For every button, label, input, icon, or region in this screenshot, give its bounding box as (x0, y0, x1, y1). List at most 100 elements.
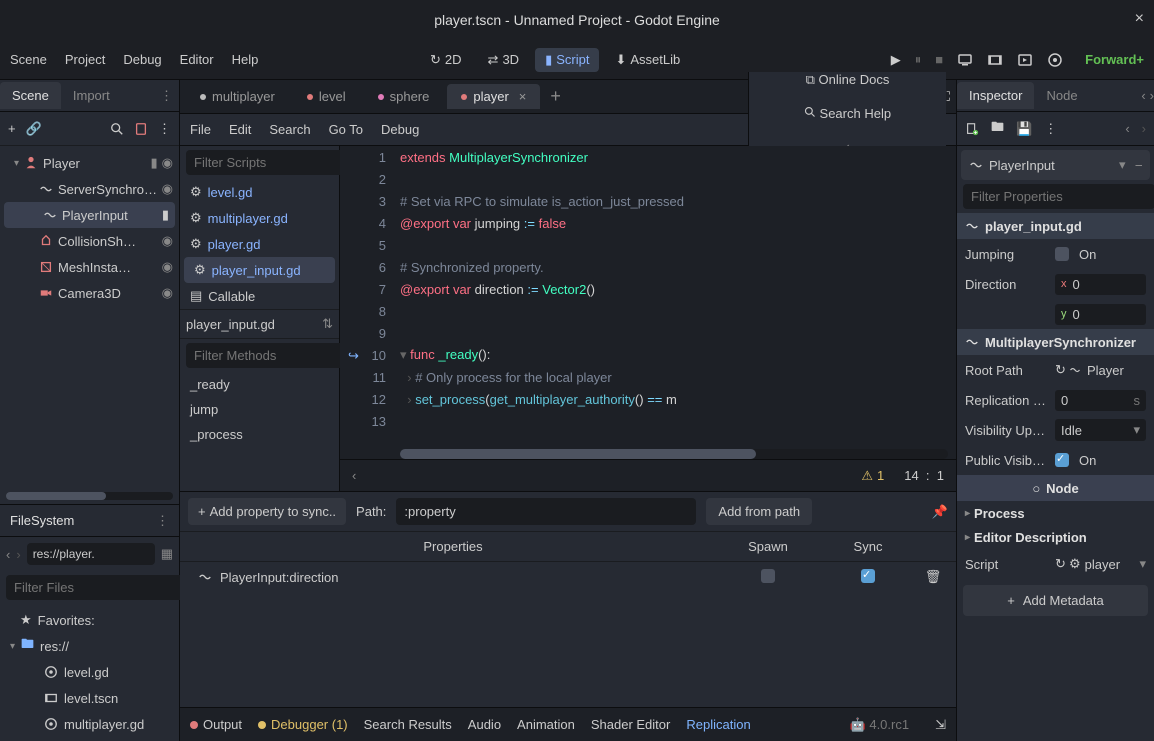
tree-node-camera[interactable]: Camera3D ◉ (0, 280, 179, 306)
script-item[interactable]: ⚙level.gd (180, 179, 339, 205)
script-icon[interactable]: ▮ (162, 207, 169, 223)
visibility-icon[interactable]: ◉ (162, 155, 173, 171)
nav-forward-icon[interactable]: › (16, 547, 20, 562)
load-resource-icon[interactable]: 🖿 (991, 118, 1004, 140)
inspector-category-node[interactable]: ○Node (957, 475, 1154, 501)
filesystem-filter-input[interactable] (6, 575, 198, 600)
script-item[interactable]: ⚙player_input.gd (184, 257, 335, 283)
scene-scrollbar[interactable] (6, 492, 173, 500)
reset-icon[interactable]: ↻ (1055, 362, 1069, 378)
sync-checkbox[interactable] (861, 569, 875, 583)
add-property-button[interactable]: +Add property to sync.. (188, 498, 346, 525)
direction-x-input[interactable]: x0 (1055, 274, 1146, 295)
add-metadata-button[interactable]: +Add Metadata (963, 585, 1148, 616)
script-menu-edit[interactable]: Edit (229, 122, 251, 137)
movie-icon[interactable] (987, 52, 1003, 68)
tab-shader[interactable]: Shader Editor (591, 717, 671, 732)
scene-tab-multiplayer[interactable]: multiplayer (186, 84, 289, 109)
reset-icon[interactable]: ↻ (1055, 556, 1069, 572)
inspector-forward-icon[interactable]: › (1142, 121, 1146, 136)
script-menu-search[interactable]: Search (269, 122, 310, 137)
tree-node-serversync[interactable]: ServerSynchroniz… ◉ (0, 176, 179, 202)
script-item[interactable]: ▤Callable (180, 283, 339, 309)
code-editor[interactable]: 1extends MultiplayerSynchronizer 2 3# Se… (340, 146, 956, 491)
stop-icon[interactable]: ■ (935, 52, 943, 67)
script-menu-file[interactable]: File (190, 122, 211, 137)
save-resource-icon[interactable]: 💾 (1016, 121, 1032, 137)
menu-project[interactable]: Project (65, 52, 105, 67)
history-forward-icon[interactable]: › (1150, 88, 1154, 103)
renderer-label[interactable]: Forward+ (1085, 52, 1144, 67)
view-mode-icon[interactable]: ▦ (161, 546, 173, 562)
sort-icon[interactable]: ⇅ (322, 316, 333, 332)
script-menu-goto[interactable]: Go To (329, 122, 363, 137)
fs-favorites[interactable]: ★ Favorites: (4, 607, 175, 633)
new-resource-icon[interactable] (965, 122, 979, 136)
direction-y-input[interactable]: y0 (1055, 304, 1146, 325)
script-item[interactable]: ⚙multiplayer.gd (180, 205, 339, 231)
tab-node[interactable]: Node (1034, 82, 1089, 109)
menu-editor[interactable]: Editor (180, 52, 214, 67)
inspector-fold-editor-description[interactable]: ▸Editor Description (957, 525, 1154, 549)
visibility-icon[interactable]: ◉ (162, 259, 173, 275)
dock-menu-icon[interactable]: ⋮ (160, 88, 173, 104)
tree-node-collision[interactable]: CollisionSh… ◉ (0, 228, 179, 254)
tree-node-playerinput[interactable]: PlayerInput ▮ (4, 202, 175, 228)
play-scene-icon[interactable] (1017, 52, 1033, 68)
inspector-object-selector[interactable]: PlayerInput ▾ ⎯ (961, 150, 1150, 180)
tab-animation[interactable]: Animation (517, 717, 575, 732)
pin-icon[interactable]: 📌 (932, 504, 948, 520)
menu-scene[interactable]: Scene (10, 52, 47, 67)
add-node-icon[interactable]: + (8, 121, 16, 136)
workspace-script[interactable]: ▮Script (535, 48, 599, 72)
inspector-fold-process[interactable]: ▸Process (957, 501, 1154, 525)
code-minimap[interactable] (876, 146, 956, 266)
fs-file[interactable]: multiplayer.gd (4, 711, 175, 737)
method-item[interactable]: _process (180, 422, 339, 447)
inspector-filter-input[interactable] (963, 184, 1154, 209)
visibility-update-select[interactable]: Idle▾ (1055, 419, 1146, 441)
inspector-section-script[interactable]: player_input.gd (957, 213, 1154, 239)
path-input[interactable] (396, 498, 696, 525)
script-menu-debug[interactable]: Debug (381, 122, 419, 137)
script-item[interactable]: ⚙player.gd (180, 231, 339, 257)
tab-output[interactable]: Output (190, 717, 242, 732)
workspace-2d[interactable]: ↻2D (420, 48, 472, 72)
play-custom-icon[interactable] (1047, 52, 1063, 68)
jumping-checkbox[interactable] (1055, 247, 1069, 261)
warning-count[interactable]: ⚠ 1 (861, 468, 884, 484)
visibility-icon[interactable]: ◉ (162, 181, 173, 197)
tab-search-results[interactable]: Search Results (364, 717, 452, 732)
tree-node-player[interactable]: ▾ Player ▮◉ (0, 150, 179, 176)
scene-tab-player[interactable]: player× (447, 84, 540, 109)
chevron-left-icon[interactable]: ‹ (352, 468, 356, 483)
method-item[interactable]: jump (180, 397, 339, 422)
search-icon[interactable] (110, 122, 124, 136)
code-scrollbar[interactable] (400, 449, 948, 459)
play-icon[interactable]: ▶ (891, 52, 901, 68)
filesystem-menu-icon[interactable]: ⋮ (156, 513, 169, 529)
tab-inspector[interactable]: Inspector (957, 82, 1034, 109)
collapse-icon[interactable]: ⇲ (935, 717, 946, 733)
replication-interval-input[interactable]: 0s (1055, 390, 1146, 411)
link-icon[interactable]: 🔗 (26, 121, 42, 137)
fs-file[interactable]: level.gd (4, 659, 175, 685)
filesystem-path[interactable]: res://player. (27, 543, 155, 565)
workspace-assetlib[interactable]: ⬇AssetLib (605, 48, 690, 72)
tab-import[interactable]: Import (61, 82, 122, 109)
online-docs-link[interactable]: ⧉ Online Docs (806, 72, 890, 88)
tree-node-mesh[interactable]: MeshInsta… ◉ (0, 254, 179, 280)
close-icon[interactable]: × (1135, 10, 1144, 28)
visibility-icon[interactable]: ◉ (162, 233, 173, 249)
fs-root[interactable]: ▾ 🖿 res:// (4, 633, 175, 659)
manage-icon[interactable]: ⎯ (1136, 157, 1143, 173)
attach-script-icon[interactable] (134, 122, 148, 136)
inspector-section-sync[interactable]: MultiplayerSynchronizer (957, 329, 1154, 355)
tab-debugger[interactable]: Debugger (1) (258, 717, 348, 732)
run-remote-icon[interactable] (957, 52, 973, 68)
tab-replication[interactable]: Replication (686, 717, 750, 732)
workspace-3d[interactable]: ⇄3D (478, 48, 530, 72)
scene-tab-sphere[interactable]: sphere (364, 84, 444, 109)
tree-menu-icon[interactable]: ⋮ (158, 121, 171, 137)
menu-debug[interactable]: Debug (123, 52, 161, 67)
